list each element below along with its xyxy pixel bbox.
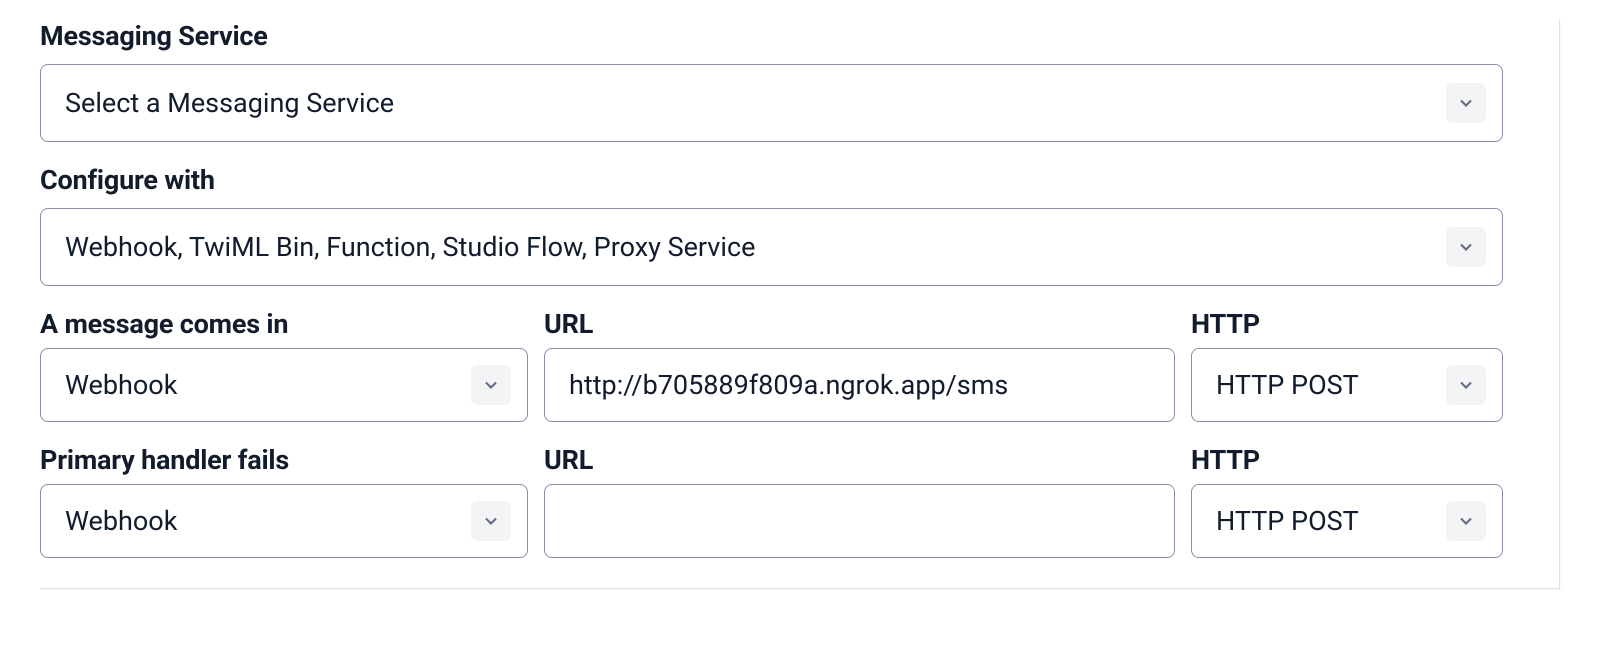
primary-handler-fails-row: Primary handler fails Webhook URL HTTP H…	[40, 444, 1503, 558]
configure-with-value: Webhook, TwiML Bin, Function, Studio Flo…	[65, 231, 1446, 263]
messaging-service-label: Messaging Service	[40, 20, 1503, 52]
message-in-http-value: HTTP POST	[1216, 369, 1446, 401]
messaging-config-panel: Messaging Service Select a Messaging Ser…	[40, 20, 1560, 589]
primary-fail-url-input-wrap	[544, 484, 1175, 558]
primary-fail-http-label: HTTP	[1191, 444, 1503, 476]
message-in-url-label: URL	[544, 308, 1175, 340]
primary-fail-handler-field: Primary handler fails Webhook	[40, 444, 528, 558]
primary-fail-handler-value: Webhook	[65, 505, 471, 537]
message-in-handler-value: Webhook	[65, 369, 471, 401]
primary-fail-handler-label: Primary handler fails	[40, 444, 528, 476]
messaging-service-value: Select a Messaging Service	[65, 87, 1446, 119]
message-comes-in-row: A message comes in Webhook URL HTTP HTTP…	[40, 308, 1503, 422]
primary-fail-http-select[interactable]: HTTP POST	[1191, 484, 1503, 558]
primary-fail-url-label: URL	[544, 444, 1175, 476]
chevron-down-icon	[471, 365, 511, 405]
chevron-down-icon	[1446, 227, 1486, 267]
message-in-url-field: URL	[544, 308, 1175, 422]
message-in-handler-field: A message comes in Webhook	[40, 308, 528, 422]
message-in-http-label: HTTP	[1191, 308, 1503, 340]
configure-with-field: Configure with Webhook, TwiML Bin, Funct…	[40, 164, 1503, 286]
message-in-url-input-wrap	[544, 348, 1175, 422]
message-in-http-field: HTTP HTTP POST	[1191, 308, 1503, 422]
chevron-down-icon	[471, 501, 511, 541]
primary-fail-url-field: URL	[544, 444, 1175, 558]
message-in-http-select[interactable]: HTTP POST	[1191, 348, 1503, 422]
message-in-handler-label: A message comes in	[40, 308, 528, 340]
primary-fail-http-value: HTTP POST	[1216, 505, 1446, 537]
chevron-down-icon	[1446, 83, 1486, 123]
chevron-down-icon	[1446, 365, 1486, 405]
message-in-url-input[interactable]	[569, 349, 1158, 421]
primary-fail-url-input[interactable]	[569, 485, 1158, 557]
configure-with-select[interactable]: Webhook, TwiML Bin, Function, Studio Flo…	[40, 208, 1503, 286]
configure-with-label: Configure with	[40, 164, 1503, 196]
messaging-service-field: Messaging Service Select a Messaging Ser…	[40, 20, 1503, 142]
primary-fail-handler-select[interactable]: Webhook	[40, 484, 528, 558]
message-in-handler-select[interactable]: Webhook	[40, 348, 528, 422]
chevron-down-icon	[1446, 501, 1486, 541]
primary-fail-http-field: HTTP HTTP POST	[1191, 444, 1503, 558]
messaging-service-select[interactable]: Select a Messaging Service	[40, 64, 1503, 142]
